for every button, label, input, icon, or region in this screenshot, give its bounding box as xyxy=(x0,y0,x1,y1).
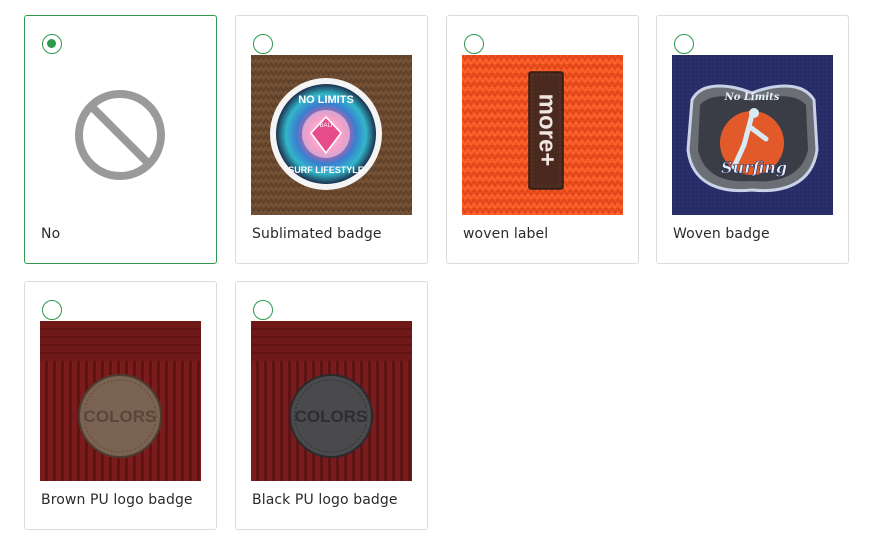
radio-button[interactable] xyxy=(253,300,273,320)
option-label: Brown PU logo badge xyxy=(41,492,193,508)
badge-bottom-text: Surfing xyxy=(721,158,787,177)
option-label: Woven badge xyxy=(673,226,770,242)
option-label: Sublimated badge xyxy=(252,226,382,242)
option-card-sublimated-badge[interactable]: NO LIMITS BALI SURF LIFESTYLE Sublimated… xyxy=(235,15,428,264)
badge-top-text: NO LIMITS xyxy=(298,94,354,106)
woven-badge-image: No Limits Surfing xyxy=(672,55,833,215)
badge-top-text: No Limits xyxy=(724,92,780,103)
no-symbol-icon xyxy=(75,90,165,180)
woven-label-text: more+ xyxy=(534,94,561,167)
badge-bottom-text: SURF LIFESTYLE xyxy=(288,165,364,175)
option-card-brown-pu-logo-badge[interactable]: COLORS Brown PU logo badge xyxy=(24,281,217,530)
option-card-woven-label[interactable]: more+ woven label xyxy=(446,15,639,264)
no-option-thumbnail xyxy=(40,55,201,215)
option-card-woven-badge[interactable]: No Limits Surfing Woven badge xyxy=(656,15,849,264)
sublimated-badge-image: NO LIMITS BALI SURF LIFESTYLE xyxy=(251,55,412,215)
pu-badge-text: COLORS xyxy=(84,407,157,426)
radio-button[interactable] xyxy=(674,34,694,54)
option-card-no[interactable]: No xyxy=(24,15,217,264)
radio-selected-dot xyxy=(47,39,56,48)
badge-middle-text: BALI xyxy=(319,123,332,129)
pu-badge-text: COLORS xyxy=(295,407,368,426)
radio-button[interactable] xyxy=(42,34,62,54)
radio-button[interactable] xyxy=(42,300,62,320)
option-label: Black PU logo badge xyxy=(252,492,398,508)
radio-button[interactable] xyxy=(464,34,484,54)
radio-button[interactable] xyxy=(253,34,273,54)
brown-pu-badge-image: COLORS xyxy=(40,321,201,481)
option-label: woven label xyxy=(463,226,549,242)
black-pu-badge-image: COLORS xyxy=(251,321,412,481)
option-card-black-pu-logo-badge[interactable]: COLORS Black PU logo badge xyxy=(235,281,428,530)
woven-label-image: more+ xyxy=(462,55,623,215)
option-label: No xyxy=(41,226,61,242)
